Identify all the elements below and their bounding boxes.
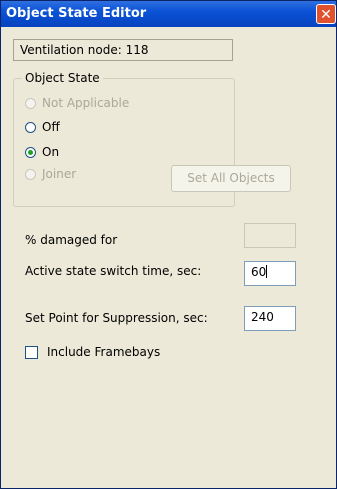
- radio-on-label: On: [42, 145, 60, 159]
- text-cursor: [266, 265, 268, 278]
- include-framebays-label: Include Framebays: [47, 345, 161, 359]
- radio-indicator: [25, 121, 36, 133]
- radio-indicator: [25, 146, 36, 158]
- radio-joiner-label: Joiner: [42, 167, 77, 181]
- close-button[interactable]: ✕: [316, 4, 336, 24]
- radio-on[interactable]: On: [25, 143, 59, 161]
- switch-time-label: Active state switch time, sec:: [25, 264, 202, 278]
- switch-time-input[interactable]: 60: [244, 261, 296, 286]
- object-state-editor-window: Object State Editor ✕ Ventilation node: …: [0, 0, 337, 489]
- radio-joiner[interactable]: Joiner: [25, 165, 76, 183]
- title-bar[interactable]: Object State Editor ✕: [1, 1, 336, 27]
- ventilation-node-text: Ventilation node: 118: [20, 43, 149, 57]
- ventilation-node-field: Ventilation node: 118: [13, 39, 233, 61]
- object-state-legend: Object State: [25, 71, 100, 85]
- radio-not-applicable[interactable]: Not Applicable: [25, 94, 129, 112]
- radio-off[interactable]: Off: [25, 118, 60, 136]
- damaged-input[interactable]: [244, 223, 296, 248]
- window-title: Object State Editor: [6, 6, 147, 21]
- radio-indicator: [25, 97, 36, 109]
- suppression-label: Set Point for Suppression, sec:: [25, 311, 208, 325]
- radio-off-label: Off: [42, 120, 60, 134]
- damaged-label: % damaged for: [25, 233, 118, 247]
- set-all-objects-button[interactable]: Set All Objects: [171, 165, 291, 192]
- radio-not-applicable-label: Not Applicable: [42, 96, 130, 110]
- suppression-input[interactable]: 240: [244, 306, 296, 331]
- switch-time-value: 60: [251, 265, 267, 279]
- radio-indicator: [25, 168, 36, 180]
- close-icon: ✕: [320, 7, 332, 23]
- include-framebays-checkbox[interactable]: [25, 346, 38, 359]
